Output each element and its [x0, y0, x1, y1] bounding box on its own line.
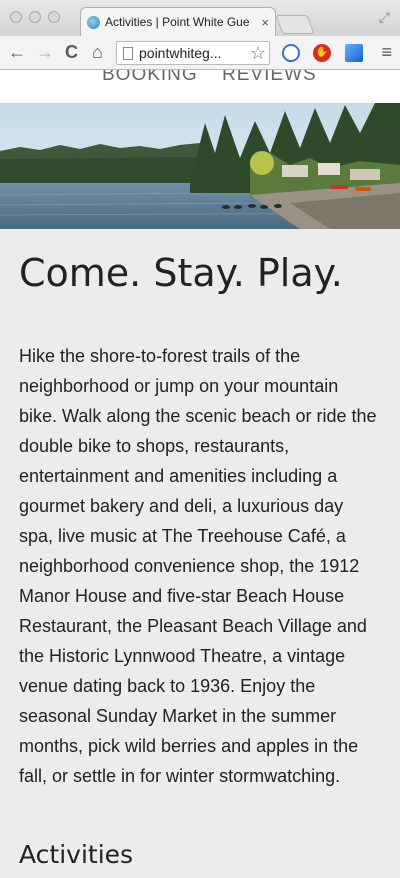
- main-content: Come. Stay. Play. Hike the shore-to-fore…: [0, 229, 400, 878]
- extension-icon[interactable]: [345, 44, 363, 62]
- activities-description: Hike the shore-to-forest trails of the n…: [19, 346, 377, 786]
- site-favicon-icon: [87, 15, 100, 29]
- nav-item-booking[interactable]: BOOKING: [102, 70, 198, 86]
- window-controls: [10, 11, 60, 23]
- hero-image: [0, 103, 400, 229]
- browser-menu-icon[interactable]: ≡: [381, 42, 392, 63]
- page-title: Come. Stay. Play.: [19, 251, 343, 295]
- nav-item-reviews[interactable]: REVIEWS: [222, 70, 317, 86]
- tab-close-icon[interactable]: ×: [261, 15, 269, 30]
- address-bar[interactable]: pointwhiteg... ☆: [116, 41, 270, 65]
- zoom-window-button[interactable]: [48, 11, 60, 23]
- active-tab[interactable]: Activities | Point White Gue ×: [80, 7, 276, 36]
- url-text[interactable]: pointwhiteg...: [139, 45, 250, 61]
- adblock-extension-icon[interactable]: ✋: [313, 44, 331, 62]
- forward-icon[interactable]: →: [36, 41, 54, 63]
- minimize-window-button[interactable]: [29, 11, 41, 23]
- page-icon: [123, 46, 133, 60]
- back-icon[interactable]: ←: [8, 41, 26, 63]
- new-tab-button[interactable]: [275, 15, 315, 34]
- tab-title: Activities | Point White Gue: [105, 15, 250, 29]
- reload-icon[interactable]: C: [65, 41, 78, 63]
- home-icon[interactable]: ⌂: [92, 41, 103, 63]
- section-heading-activities: Activities: [19, 840, 134, 869]
- fullscreen-icon[interactable]: ⤢: [379, 9, 390, 26]
- bookmark-star-icon[interactable]: ☆: [250, 43, 266, 64]
- skype-extension-icon[interactable]: [282, 44, 300, 62]
- browser-toolbar: ← → C ⌂ pointwhiteg... ☆ ✋ ≡: [0, 36, 400, 70]
- site-navigation: BOOKING REVIEWS: [0, 70, 400, 103]
- close-window-button[interactable]: [10, 11, 22, 23]
- browser-tab-strip: Activities | Point White Gue × ⤢: [0, 0, 400, 36]
